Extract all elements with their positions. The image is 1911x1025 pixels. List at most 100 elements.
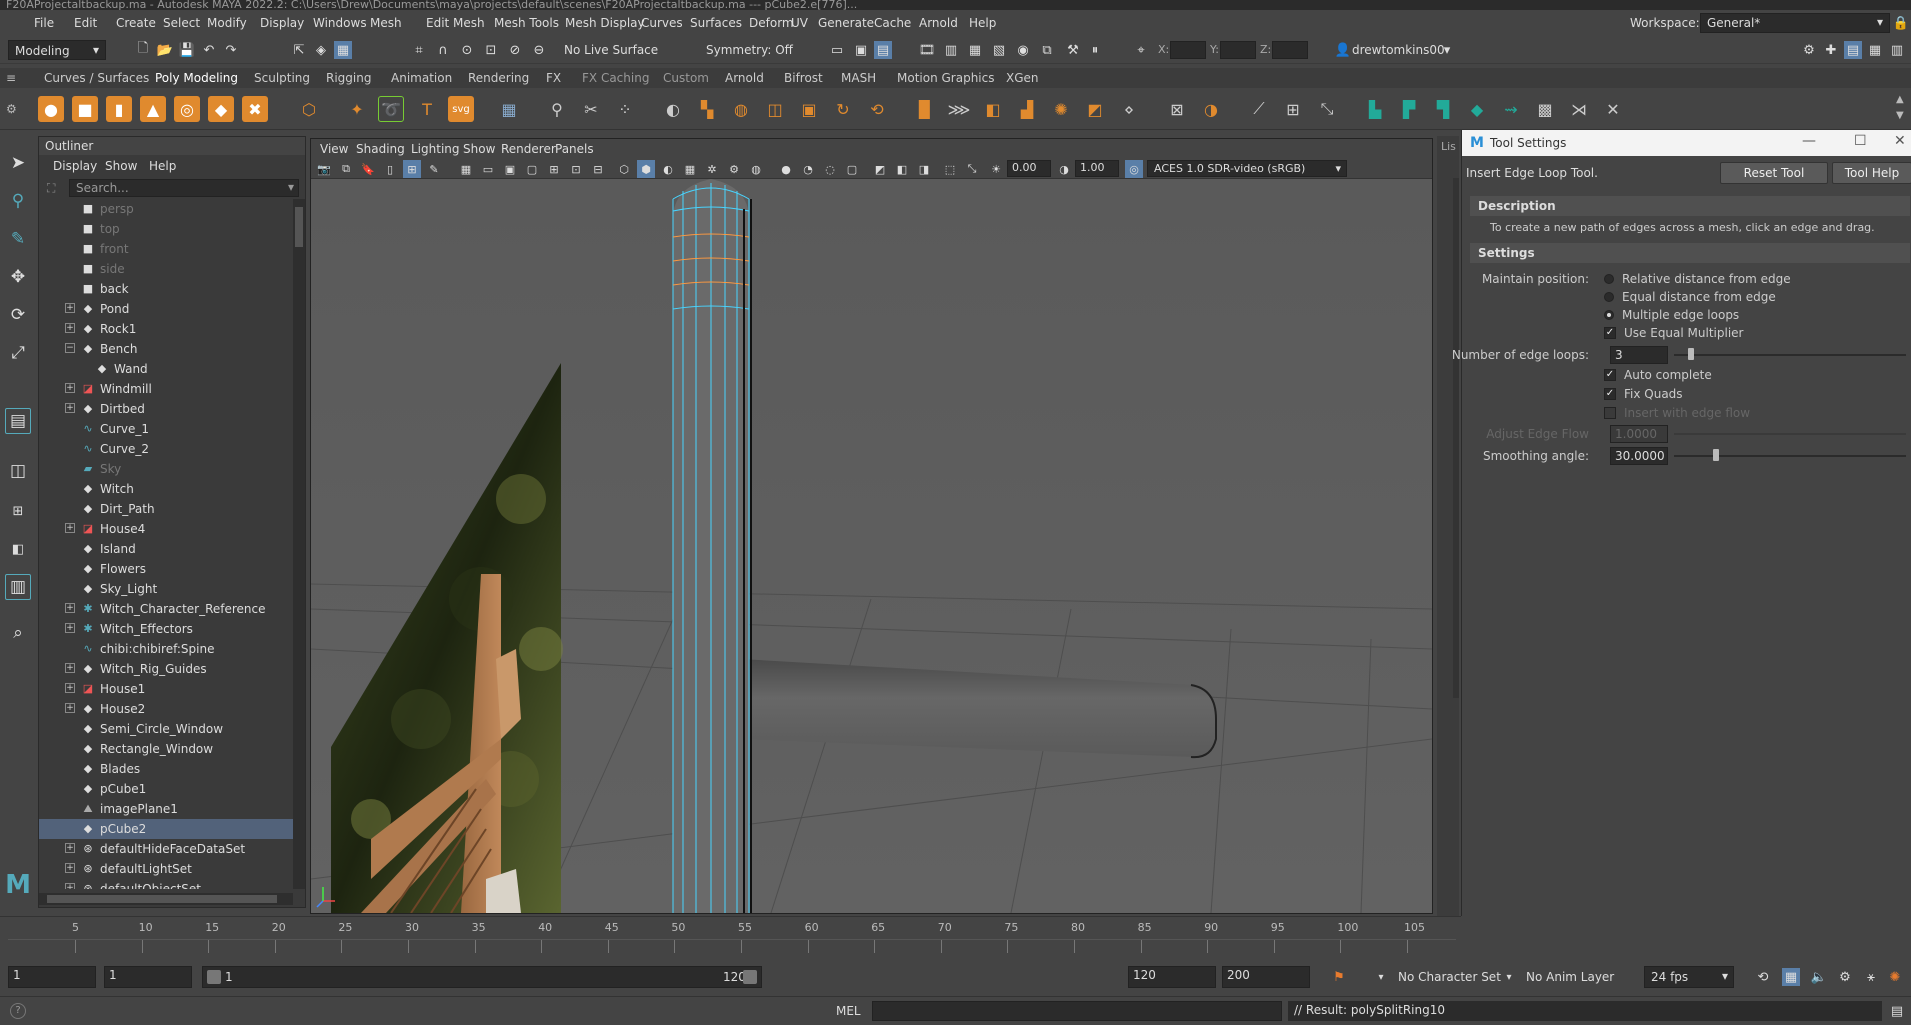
menu-edit-mesh[interactable]: Edit Mesh [426, 16, 485, 30]
ipr-icon[interactable]: ▤ [874, 41, 892, 59]
menu-help[interactable]: Help [969, 16, 996, 30]
xray-joints-icon[interactable]: ◧ [893, 160, 911, 178]
shelf-menu-icon[interactable]: ≡ [6, 71, 16, 85]
smoothing-angle-field[interactable]: 30.0000 [1610, 447, 1668, 465]
maximize-icon[interactable]: ☐ [1854, 133, 1867, 149]
shelf-tab-fx[interactable]: FX [546, 71, 561, 85]
save-scene-icon[interactable]: 💾 [178, 41, 196, 59]
scale-tool-icon[interactable]: ⤢ [5, 340, 31, 366]
expand-icon[interactable]: + [65, 863, 75, 873]
select-hierarchy-icon[interactable]: ⇱ [290, 41, 308, 59]
wireframe-on-shaded-icon[interactable]: ◐ [659, 160, 677, 178]
redo-icon[interactable]: ↷ [222, 41, 240, 59]
render-view-icon[interactable]: ▣ [852, 41, 870, 59]
num-loops-slider[interactable] [1674, 354, 1906, 356]
expand-icon[interactable]: + [65, 623, 75, 633]
outliner-item-house1[interactable]: + ◪ House1 [39, 679, 293, 699]
adjust-edge-flow-field[interactable]: 1.0000 [1610, 425, 1668, 443]
render-setup-icon[interactable]: ▧ [990, 41, 1008, 59]
smooth-icon[interactable]: ◍ [728, 96, 754, 122]
poly-plane-icon[interactable]: ◆ [208, 96, 234, 122]
bookmark-icon[interactable]: 🔖 [359, 160, 377, 178]
gamma-field[interactable]: 1.00 [1075, 160, 1119, 177]
shelf-tab-bifrost[interactable]: Bifrost [784, 71, 823, 85]
live-surface-field[interactable]: No Live Surface [558, 40, 676, 60]
color-management-icon[interactable]: ◎ [1125, 160, 1143, 178]
snap-point-icon[interactable]: ⊙ [458, 41, 476, 59]
lock-icon[interactable]: 🔒 [1892, 14, 1910, 32]
outliner-item-flowers[interactable]: ◆ Flowers [39, 559, 293, 579]
shelf-tab-rendering[interactable]: Rendering [468, 71, 529, 85]
render-frame-icon[interactable]: 🎞 [918, 41, 936, 59]
symmetry-dropdown[interactable]: Symmetry: Off [700, 40, 798, 60]
poly-cylinder-icon[interactable]: ▮ [106, 96, 132, 122]
outliner-item-side[interactable]: ■ side [39, 259, 293, 279]
outliner-hscroll[interactable] [39, 893, 293, 905]
outliner-item-pcube2[interactable]: ◆ pCube2 [39, 819, 293, 839]
viewport-menu-lighting[interactable]: Lighting [411, 142, 460, 156]
exposure-field[interactable]: 0.00 [1007, 160, 1051, 177]
select-object-icon[interactable]: ◈ [312, 41, 330, 59]
description-header[interactable]: Description [1470, 196, 1910, 216]
outliner-menu-help[interactable]: Help [149, 159, 176, 173]
menu-arnold[interactable]: Arnold [919, 16, 958, 30]
playback-prefs-icon[interactable]: ✺ [1886, 968, 1904, 986]
expand-icon[interactable]: + [65, 603, 75, 613]
x-field[interactable] [1170, 41, 1206, 59]
grid-icon[interactable]: ▦ [457, 160, 475, 178]
type-text-icon[interactable]: T [414, 96, 440, 122]
shelf-scroll-down-icon[interactable]: ▼ [1896, 110, 1904, 121]
paint-select-icon[interactable]: ✎ [5, 226, 31, 252]
bridge-icon[interactable]: ⋙ [946, 96, 972, 122]
insert-edge-loop-icon[interactable]: ⊞ [1280, 96, 1306, 122]
shelf-settings-icon[interactable]: ⚙ [6, 102, 17, 116]
uv-layout-icon[interactable]: ▩ [1532, 96, 1558, 122]
fill-hole-icon[interactable]: ↻ [830, 96, 856, 122]
shelf-tab-xgen[interactable]: XGen [1006, 71, 1039, 85]
uv-planar-icon[interactable]: ▙ [1362, 96, 1388, 122]
collapse-icon[interactable]: − [65, 343, 75, 353]
outliner-item-house4[interactable]: + ◪ House4 [39, 519, 293, 539]
lasso-tool-icon[interactable]: ⚲ [5, 188, 31, 214]
separate-icon[interactable]: ▚ [694, 96, 720, 122]
isolate-select-icon[interactable]: ▢ [843, 160, 861, 178]
menu-surfaces[interactable]: Surfaces [690, 16, 742, 30]
use-equal-multiplier-checkbox[interactable]: ✓ [1604, 327, 1616, 339]
tool-help-button[interactable]: Tool Help [1832, 162, 1911, 184]
num-loops-field[interactable]: 3 [1610, 346, 1668, 364]
transform-input-icon[interactable]: ⌖ [1132, 41, 1150, 59]
shelf-tab-rigging[interactable]: Rigging [326, 71, 371, 85]
xray-icon[interactable]: ◩ [871, 160, 889, 178]
svg-icon[interactable]: svg [448, 96, 474, 122]
outliner-item-curve-2[interactable]: ∿ Curve_2 [39, 439, 293, 459]
menu-file[interactable]: File [34, 16, 54, 30]
uv-spherical-icon[interactable]: ▜ [1430, 96, 1456, 122]
outliner-item-front[interactable]: ■ front [39, 239, 293, 259]
merge-icon[interactable]: ⋄ [1116, 96, 1142, 122]
hypershade-icon[interactable]: ▦ [966, 41, 984, 59]
frame-all-icon[interactable]: ⬚ [941, 160, 959, 178]
lights-icon[interactable]: ✲ [703, 160, 721, 178]
shelf-tab-curves-surfaces[interactable]: Curves / Surfaces [44, 71, 149, 85]
snap-surface-icon[interactable]: ⊘ [506, 41, 524, 59]
four-view-layout-icon[interactable]: ◫ [5, 458, 31, 484]
auto-complete-checkbox[interactable]: ✓ [1604, 369, 1616, 381]
uv-cylindrical-icon[interactable]: ▛ [1396, 96, 1422, 122]
shelf-tab-mash[interactable]: MASH [841, 71, 876, 85]
pause-icon[interactable]: ⏸ [1086, 41, 1104, 59]
camera-attr-icon[interactable]: ⧉ [337, 160, 355, 178]
two-view-layout-icon[interactable]: ⊞ [5, 498, 31, 524]
anim-layer-dropdown[interactable]: No Anim Layer [1526, 970, 1614, 984]
menu-display[interactable]: Display [260, 16, 304, 30]
menu-modify[interactable]: Modify [207, 16, 247, 30]
menu-curves[interactable]: Curves [641, 16, 683, 30]
expand-icon[interactable]: + [65, 403, 75, 413]
script-language-toggle[interactable]: MEL [836, 1004, 861, 1018]
help-icon[interactable]: ? [10, 1003, 26, 1019]
uv-sew-icon[interactable]: ✕ [1600, 96, 1626, 122]
exposure-icon[interactable]: ☀ [987, 160, 1005, 178]
outliner-item-dirt-path[interactable]: ◆ Dirt_Path [39, 499, 293, 519]
ambient-occlusion-icon[interactable]: ◍ [747, 160, 765, 178]
depth-of-field-icon[interactable]: ◌ [821, 160, 839, 178]
poly-cube-icon[interactable]: ■ [72, 96, 98, 122]
